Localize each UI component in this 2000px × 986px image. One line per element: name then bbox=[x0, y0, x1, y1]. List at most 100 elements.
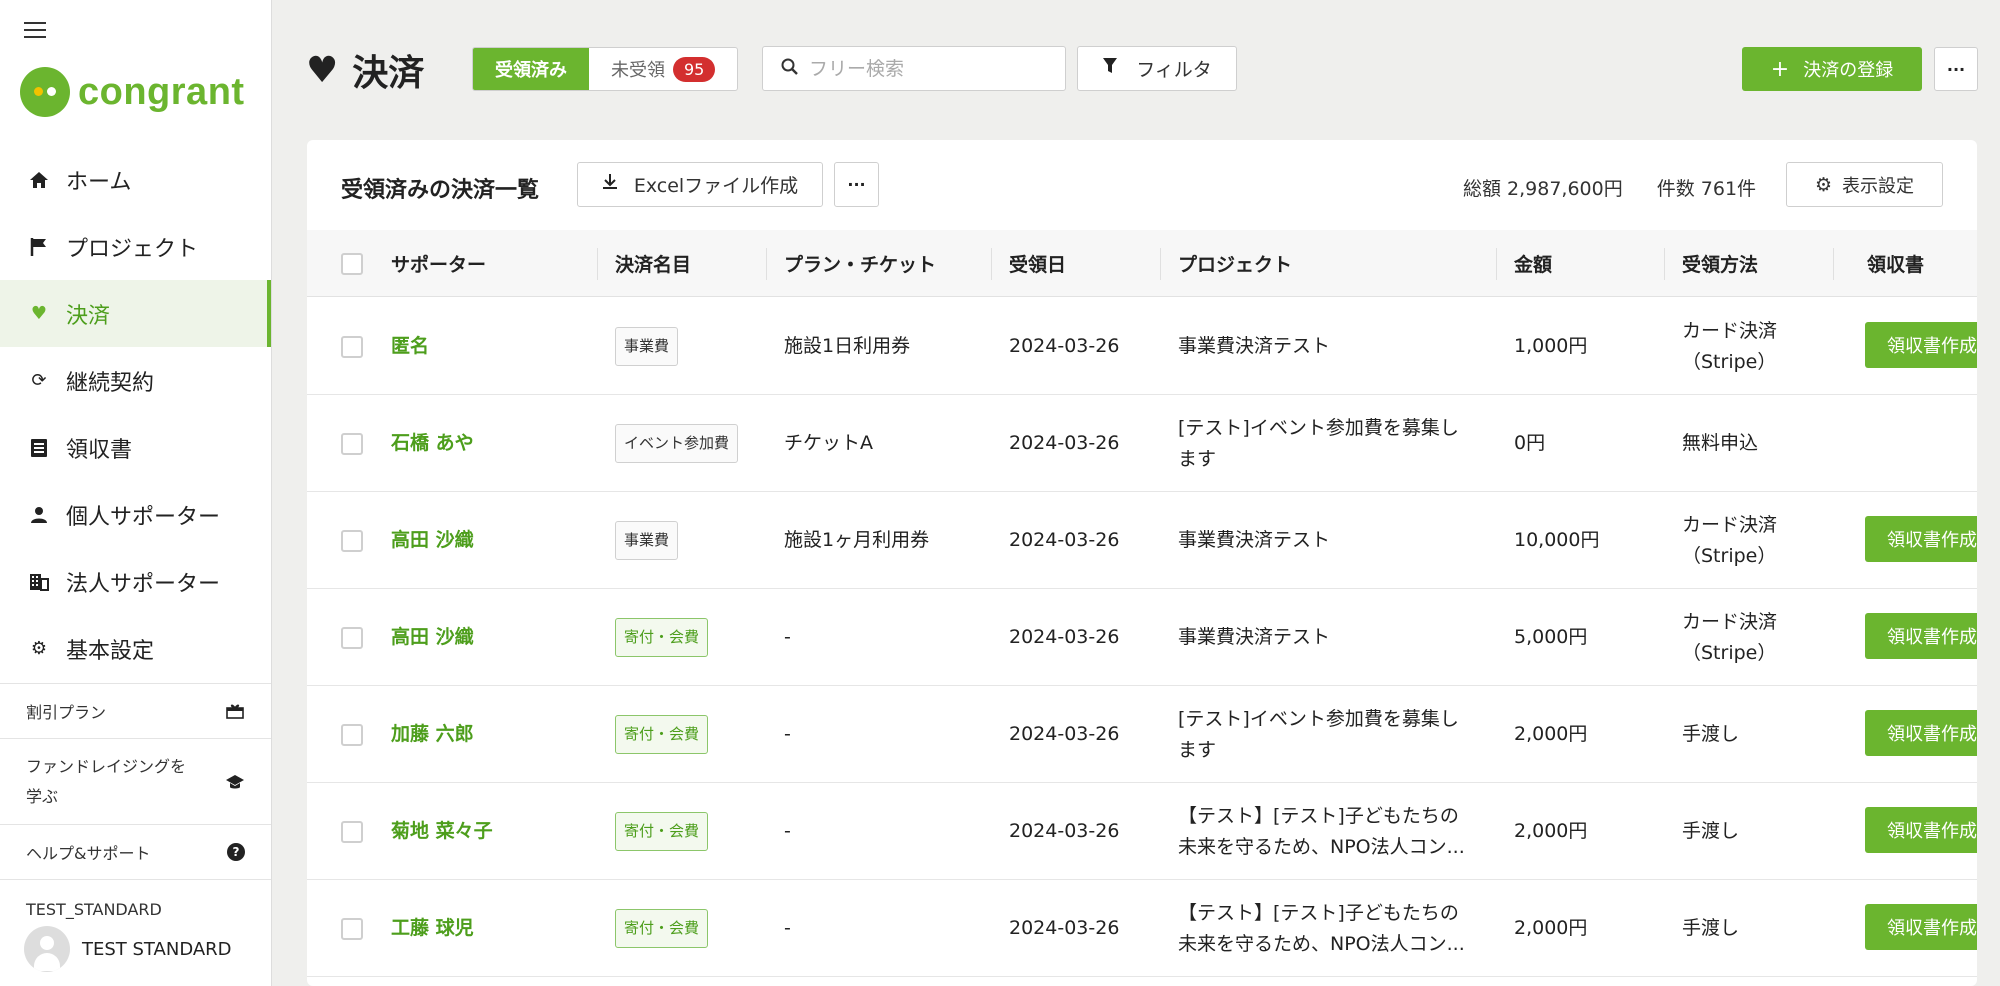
display-settings-button[interactable]: ⚙ 表示設定 bbox=[1786, 162, 1943, 207]
supporter-name-link[interactable]: 高田 沙織 bbox=[391, 492, 474, 589]
logo[interactable]: congrant bbox=[20, 66, 245, 118]
row-checkbox[interactable] bbox=[341, 723, 363, 746]
col-project[interactable]: プロジェクト bbox=[1178, 230, 1292, 297]
col-amount[interactable]: 金額 bbox=[1514, 230, 1552, 297]
col-receipt[interactable]: 領収書 bbox=[1867, 230, 1924, 297]
date-cell: 2024-03-26 bbox=[1009, 626, 1120, 648]
date-cell: 2024-03-26 bbox=[1009, 529, 1120, 551]
table-row[interactable]: 工藤 球児 寄付・会費 - 2024-03-26 【テスト】[テスト]子どもたちの 未来を… bbox=[307, 880, 1977, 977]
row-checkbox[interactable] bbox=[341, 626, 363, 649]
table-row[interactable]: 高田 沙織 事業費 施設1ヶ月利用券 2024-03-26 事業費決済テスト 10,000… bbox=[307, 492, 1977, 589]
create-receipt-button[interactable]: 領収書作成 bbox=[1865, 516, 1977, 562]
create-receipt-button[interactable]: 領収書作成 bbox=[1865, 613, 1977, 659]
discount-plan-link[interactable]: 割引プラン bbox=[0, 684, 271, 739]
project-line-1: 事業費決済テスト bbox=[1178, 335, 1331, 357]
select-all-checkbox[interactable] bbox=[341, 252, 363, 275]
method-line-1: 手渡し bbox=[1682, 820, 1740, 842]
col-category[interactable]: 決済名目 bbox=[615, 230, 691, 297]
row-checkbox[interactable] bbox=[341, 335, 363, 358]
nav-item-individual-supporters[interactable]: 個人サポーター bbox=[0, 481, 271, 548]
excel-label: Excelファイル作成 bbox=[633, 175, 799, 197]
user-menu[interactable]: TEST STANDARD bbox=[24, 926, 232, 972]
table-row[interactable]: 加藤 六郎 寄付・会費 - 2024-03-26 [テスト]イベント参加費を募集し ます 2… bbox=[307, 686, 1977, 783]
nav-item-receipts[interactable]: 領収書 bbox=[0, 414, 271, 481]
tab-unreceived[interactable]: 未受領 95 bbox=[589, 48, 737, 90]
project-line-1: 事業費決済テスト bbox=[1178, 626, 1331, 648]
category-cell: 寄付・会費 bbox=[615, 880, 709, 977]
help-support-link[interactable]: ヘルプ&サポート ? bbox=[0, 825, 271, 880]
table-header: サポーター 決済名目 プラン・チケット 受領日 プロジェクト 金額 受領方法 領… bbox=[307, 230, 1977, 297]
create-receipt-button[interactable]: 領収書作成 bbox=[1865, 710, 1977, 756]
col-plan[interactable]: プラン・チケット bbox=[784, 230, 936, 297]
category-tag: 寄付・会費 bbox=[615, 909, 709, 948]
nav-item-projects[interactable]: プロジェクト bbox=[0, 213, 271, 280]
project-line-1: 事業費決済テスト bbox=[1178, 529, 1331, 551]
col-method[interactable]: 受領方法 bbox=[1682, 230, 1758, 297]
receipt-button-label: 領収書作成 bbox=[1887, 336, 1977, 357]
supporter-name-link[interactable]: 石橋 あや bbox=[391, 395, 474, 492]
create-receipt-button[interactable]: 領収書作成 bbox=[1865, 322, 1977, 368]
menu-icon[interactable] bbox=[24, 22, 46, 40]
category-tag: イベント参加費 bbox=[615, 424, 739, 463]
tab-received[interactable]: 受領済み bbox=[473, 48, 589, 90]
flag-icon bbox=[28, 236, 50, 258]
logo-mark bbox=[20, 67, 70, 117]
col-supporter[interactable]: サポーター bbox=[391, 230, 486, 297]
nav-item-recurring[interactable]: ⟳ 継続契約 bbox=[0, 347, 271, 414]
create-receipt-button[interactable]: 領収書作成 bbox=[1865, 807, 1977, 853]
nav-label: 継続契約 bbox=[66, 370, 155, 396]
link-label: ヘルプ&サポート bbox=[26, 844, 151, 863]
nav-item-settings[interactable]: ⚙ 基本設定 bbox=[0, 615, 271, 682]
plan-cell: - bbox=[784, 723, 791, 745]
project-line-1: 【テスト】[テスト]子どもたちの bbox=[1178, 804, 1459, 827]
settings-label: 表示設定 bbox=[1842, 175, 1915, 197]
row-checkbox[interactable] bbox=[341, 529, 363, 552]
project-cell: 事業費決済テスト bbox=[1178, 492, 1330, 589]
sidebar-links: 割引プラン ファンドレイジングを 学ぶ ヘルプ&サポート ? bbox=[0, 683, 271, 880]
search-box bbox=[762, 46, 1066, 91]
building-icon bbox=[28, 571, 50, 593]
supporter-name-link[interactable]: 匿名 bbox=[391, 298, 429, 395]
help-icon: ? bbox=[227, 843, 245, 861]
method-line-2: （Stripe） bbox=[1682, 544, 1777, 567]
nav-item-corporate-supporters[interactable]: 法人サポーター bbox=[0, 548, 271, 615]
link-label: 割引プラン bbox=[26, 703, 107, 722]
search-input[interactable] bbox=[809, 57, 1049, 80]
amount-cell: 1,000円 bbox=[1514, 335, 1588, 357]
nav-label: ホーム bbox=[66, 169, 132, 195]
export-excel-button[interactable]: Excelファイル作成 bbox=[577, 162, 823, 207]
project-line-2: ます bbox=[1178, 738, 1217, 761]
card-more-button[interactable]: ··· bbox=[834, 162, 879, 207]
method-cell: カード決済 （Stripe） bbox=[1682, 298, 1777, 395]
supporter-name-link[interactable]: 加藤 六郎 bbox=[391, 686, 474, 783]
method-line-1: カード決済 bbox=[1682, 513, 1778, 536]
row-checkbox[interactable] bbox=[341, 820, 363, 843]
supporter-name-link[interactable]: 工藤 球児 bbox=[391, 880, 474, 977]
heart-icon: ♥ bbox=[306, 49, 339, 91]
nav-item-home[interactable]: ホーム bbox=[0, 146, 271, 213]
table-row[interactable]: 匿名 事業費 施設1日利用券 2024-03-26 事業費決済テスト 1,000円 カード決… bbox=[307, 298, 1977, 395]
category-tag: 事業費 bbox=[615, 327, 679, 366]
row-checkbox[interactable] bbox=[341, 917, 363, 940]
row-checkbox[interactable] bbox=[341, 432, 363, 455]
supporter-name-link[interactable]: 菊地 菜々子 bbox=[391, 783, 493, 880]
nav-item-payments[interactable]: ♥ 決済 bbox=[0, 280, 271, 347]
register-payment-button[interactable]: + 決済の登録 bbox=[1742, 47, 1922, 91]
learn-fundraising-link[interactable]: ファンドレイジングを 学ぶ bbox=[0, 739, 271, 825]
method-line-1: カード決済 bbox=[1682, 610, 1778, 633]
table-row[interactable]: 菊地 菜々子 寄付・会費 - 2024-03-26 【テスト】[テスト]子どもたちの 未来… bbox=[307, 783, 1977, 880]
method-line-1: 無料申込 bbox=[1682, 432, 1759, 454]
filter-button[interactable]: フィルタ bbox=[1077, 46, 1237, 91]
search-icon bbox=[781, 58, 799, 80]
table-row[interactable]: 高田 沙織 寄付・会費 - 2024-03-26 事業費決済テスト 5,000円 カード決済… bbox=[307, 589, 1977, 686]
method-cell: カード決済 （Stripe） bbox=[1682, 492, 1777, 589]
col-date[interactable]: 受領日 bbox=[1009, 230, 1066, 297]
receipt-icon bbox=[28, 437, 50, 459]
table-row[interactable]: 石橋 あや イベント参加費 チケットA 2024-03-26 [テスト]イベント参加費を… bbox=[307, 395, 1977, 492]
more-options-button[interactable]: ··· bbox=[1934, 47, 1978, 91]
supporter-name-link[interactable]: 高田 沙織 bbox=[391, 589, 474, 686]
method-line-2: （Stripe） bbox=[1682, 350, 1777, 373]
create-receipt-button[interactable]: 領収書作成 bbox=[1865, 904, 1977, 950]
gift-icon bbox=[225, 701, 245, 721]
project-cell: 【テスト】[テスト]子どもたちの 未来を守るため、NPO法人コン... bbox=[1178, 783, 1465, 880]
